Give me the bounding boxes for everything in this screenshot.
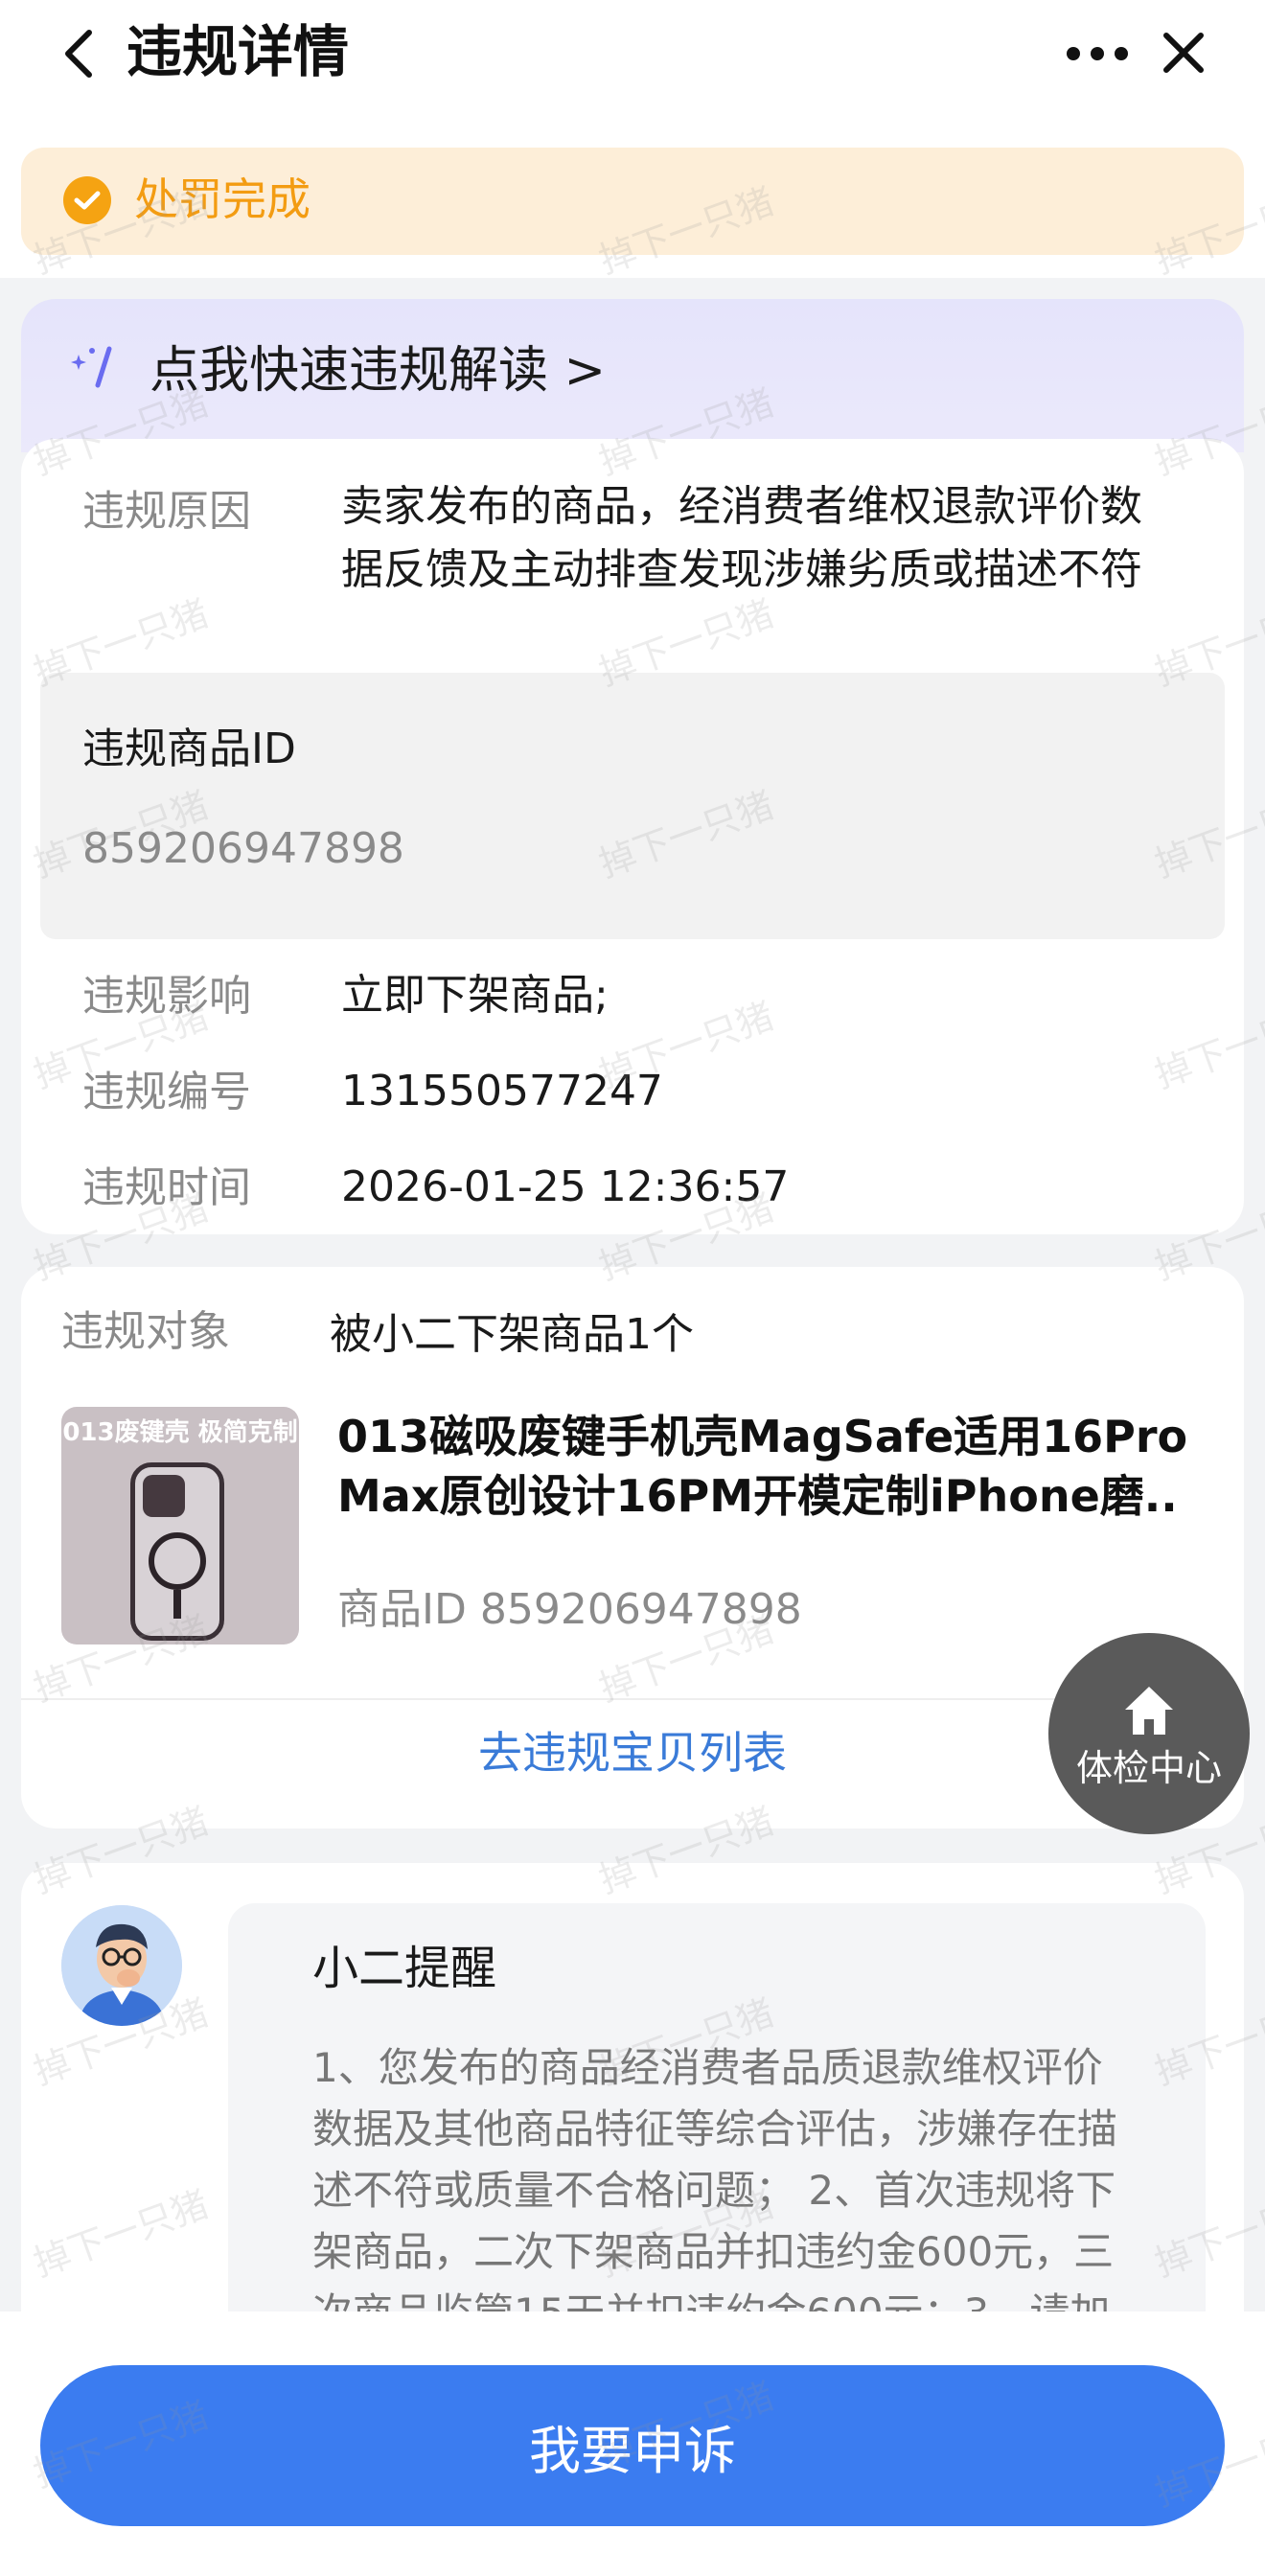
item-id-box: 违规商品ID 859206947898 <box>40 673 1225 939</box>
reminder-body: 1、您发布的商品经消费者品质退款维权评价数据及其他商品特征等综合评估，涉嫌存在描… <box>312 2044 1118 2336</box>
item-id-label: 违规商品ID <box>82 724 296 773</box>
phone-case-image <box>130 1462 224 1641</box>
product-id: 商品ID 859206947898 <box>337 1585 802 1634</box>
impact-value: 立即下架商品; <box>341 971 609 1020</box>
reason-value-line2: 据反馈及主动排查发现涉嫌劣质或描述不符 <box>341 545 1142 594</box>
reminder-title: 小二提醒 <box>312 1942 497 1995</box>
page-title: 违规详情 <box>126 19 350 84</box>
status-banner-wrap: 处罚完成 <box>0 134 1265 278</box>
violation-detail-page: 违规详情 处罚完成 点我快速违规解读 > 违规原因 卖家发布的商品，经消费者维权… <box>0 0 1265 2576</box>
product-title[interactable]: 013磁吸废键手机壳MagSafe适用16Pro Max原创设计16PM开模定制… <box>337 1407 1229 1526</box>
number-value: 131550577247 <box>341 1067 663 1116</box>
target-label: 违规对象 <box>61 1307 230 1356</box>
health-center-button[interactable]: 体检中心 <box>1048 1633 1250 1834</box>
status-text: 处罚完成 <box>134 173 310 225</box>
appeal-button-label: 我要申诉 <box>529 2420 736 2481</box>
impact-label: 违规影响 <box>82 972 251 1021</box>
bottom-action-bar: 我要申诉 <box>0 2312 1265 2576</box>
violation-details-card: 违规原因 卖家发布的商品，经消费者维权退款评价数 据反馈及主动排查发现涉嫌劣质或… <box>21 439 1244 1234</box>
number-label: 违规编号 <box>82 1068 251 1116</box>
close-icon <box>1163 33 1204 73</box>
status-banner: 处罚完成 <box>21 148 1244 255</box>
quick-read-link[interactable]: 点我快速违规解读 > <box>21 299 1244 452</box>
avatar <box>61 1905 182 2026</box>
health-center-label: 体检中心 <box>1075 1747 1222 1789</box>
time-label: 违规时间 <box>82 1163 251 1212</box>
back-button[interactable] <box>50 25 107 82</box>
target-value: 被小二下架商品1个 <box>330 1310 694 1359</box>
item-id-value[interactable]: 859206947898 <box>82 822 404 876</box>
home-icon <box>1125 1687 1173 1735</box>
chevron-left-icon <box>65 30 92 78</box>
more-dots-icon <box>1067 47 1128 60</box>
thumbnail-caption: 013废键壳 极简克制 <box>62 1418 298 1447</box>
check-circle-icon <box>63 176 111 224</box>
more-button[interactable] <box>1064 27 1131 80</box>
close-button[interactable] <box>1150 19 1217 86</box>
time-value: 2026-01-25 12:36:57 <box>341 1162 790 1211</box>
appeal-button[interactable]: 我要申诉 <box>40 2365 1225 2526</box>
product-thumbnail[interactable]: 013废键壳 极简克制 <box>61 1407 299 1644</box>
reason-label: 违规原因 <box>82 487 251 536</box>
reason-value-line1: 卖家发布的商品，经消费者维权退款评价数 <box>341 482 1142 531</box>
sparkle-icon <box>71 346 112 388</box>
quick-read-text: 点我快速违规解读 > <box>150 342 607 400</box>
nav-header: 违规详情 <box>0 0 1265 134</box>
